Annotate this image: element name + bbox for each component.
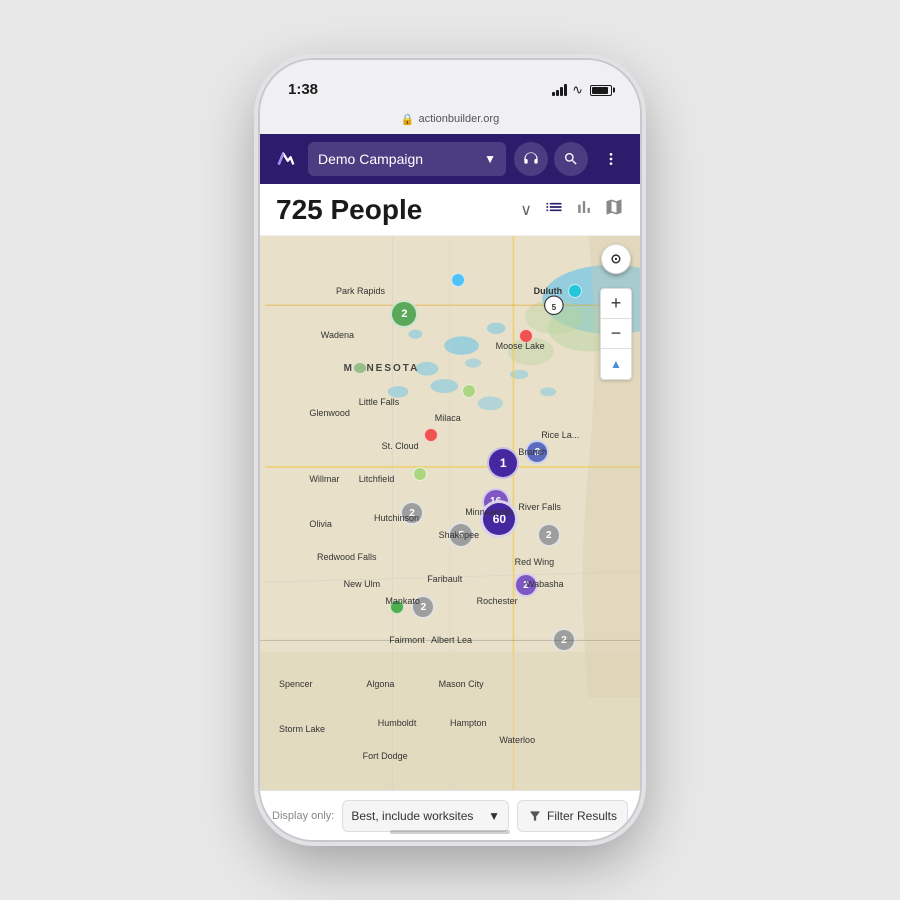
marker-blue-1[interactable] <box>451 273 465 287</box>
more-button[interactable] <box>594 142 628 176</box>
filter-chevron-icon[interactable]: ∨ <box>520 200 532 220</box>
wifi-icon: ∿ <box>572 82 583 98</box>
url-text: actionbuilder.org <box>418 113 499 125</box>
marker-central-green[interactable] <box>413 467 427 481</box>
marker-milaca[interactable] <box>462 384 476 398</box>
search-button[interactable] <box>554 142 588 176</box>
marker-rochester[interactable]: 2 <box>514 573 538 597</box>
marker-river-falls[interactable]: 2 <box>537 523 561 547</box>
campaign-chevron-icon: ▼ <box>484 152 496 166</box>
headset-button[interactable] <box>514 142 548 176</box>
campaign-selector[interactable]: Demo Campaign ▼ <box>308 142 506 176</box>
signal-bars-icon <box>552 84 567 96</box>
lock-icon: 🔒 <box>401 113 415 126</box>
marker-cluster-5[interactable]: 5 <box>448 522 474 548</box>
phone-shell: 1:38 ∿ 🔒 actionbuilder.org <box>260 60 640 840</box>
screen: 🔒 actionbuilder.org Demo Campaign ▼ <box>260 104 640 840</box>
app-logo <box>272 145 300 173</box>
marker-mankato[interactable]: 2 <box>411 595 435 619</box>
filter-label: Filter Results <box>547 809 617 823</box>
marker-mpls-60[interactable]: 60 <box>480 500 518 538</box>
url-bar: 🔒 actionbuilder.org <box>260 104 640 134</box>
display-selector[interactable]: Best, include worksites ▼ <box>342 800 509 832</box>
header-icons <box>514 142 628 176</box>
selector-value: Best, include worksites <box>351 809 473 823</box>
marker-winona[interactable] <box>390 600 404 614</box>
status-time: 1:38 <box>288 81 318 98</box>
compass-button[interactable]: ▲ <box>601 349 631 379</box>
view-icons <box>544 197 624 222</box>
list-header: 725 People ∨ <box>260 184 640 236</box>
display-only-label: Display only: <box>272 810 334 822</box>
filter-button[interactable]: Filter Results <box>517 800 628 832</box>
people-count: 725 People <box>276 194 520 226</box>
status-icons: ∿ <box>552 82 612 98</box>
notch <box>375 60 525 88</box>
map-view-button[interactable] <box>604 197 624 222</box>
marker-park-rapids[interactable]: 2 <box>390 300 418 328</box>
marker-moose-lake[interactable] <box>519 329 533 343</box>
marker-mpls-2[interactable]: 2 <box>525 440 549 464</box>
selector-chevron-icon: ▼ <box>488 809 500 823</box>
chart-view-button[interactable] <box>574 197 594 222</box>
zoom-in-button[interactable]: + <box>601 289 631 319</box>
list-view-button[interactable] <box>544 197 564 222</box>
marker-stcloud-orange[interactable] <box>424 428 438 442</box>
map-controls: ⊙ + − ▲ <box>600 244 632 380</box>
header-actions: ∨ <box>520 197 624 222</box>
map-container[interactable]: 5 2 <box>260 236 640 790</box>
battery-icon <box>590 85 612 96</box>
marker-mpls-1[interactable]: 1 <box>487 447 519 479</box>
svg-text:5: 5 <box>552 303 557 312</box>
location-button[interactable]: ⊙ <box>601 244 631 274</box>
marker-duluth[interactable] <box>568 284 582 298</box>
campaign-name: Demo Campaign <box>318 151 478 167</box>
zoom-controls: + − ▲ <box>600 288 632 380</box>
marker-hutchinson[interactable]: 2 <box>400 501 424 525</box>
app-header: Demo Campaign ▼ <box>260 134 640 184</box>
zoom-out-button[interactable]: − <box>601 319 631 349</box>
home-indicator <box>390 830 510 834</box>
state-border <box>260 640 640 641</box>
